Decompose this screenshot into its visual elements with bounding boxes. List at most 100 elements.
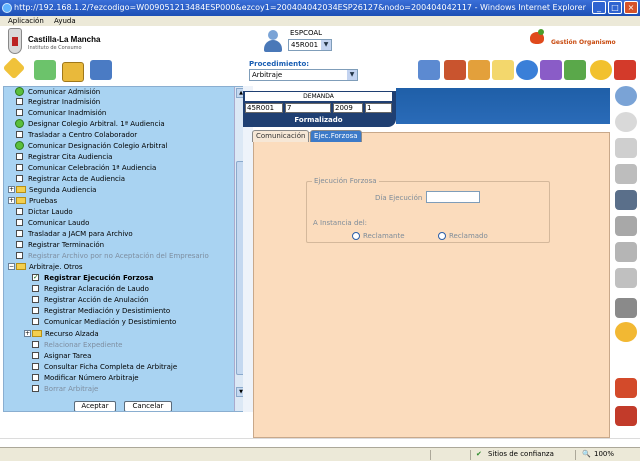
- checkbox[interactable]: [32, 363, 39, 370]
- checkbox[interactable]: [16, 175, 23, 182]
- chevron-down-icon: ▼: [347, 70, 357, 80]
- user-select-value: 45R001: [291, 41, 319, 49]
- expand-icon[interactable]: +: [24, 330, 31, 337]
- folder-icon: [16, 197, 26, 204]
- radio-reclamado-label: Reclamado: [449, 232, 488, 240]
- user-select[interactable]: 45R001 ▼: [288, 39, 332, 51]
- radio-reclamante[interactable]: [352, 232, 360, 240]
- instancia-label: A Instancia del:: [313, 219, 367, 227]
- tab-ejec-forzosa[interactable]: Ejec.Forzosa: [310, 130, 362, 142]
- demanda-seq: 1: [365, 103, 392, 113]
- procedimiento-value: Arbitraje: [252, 71, 283, 79]
- books-icon[interactable]: [444, 60, 466, 80]
- close-button[interactable]: ×: [624, 1, 638, 14]
- done-icon: [15, 87, 24, 96]
- exit-icon[interactable]: [614, 60, 636, 80]
- dia-ejecucion-label: Día Ejecución: [375, 194, 423, 202]
- radio-reclamante-label: Reclamante: [363, 232, 405, 240]
- tab-comunicacion[interactable]: Comunicación: [252, 130, 310, 142]
- checkbox[interactable]: [16, 153, 23, 160]
- zoom-level[interactable]: 100%: [594, 448, 614, 461]
- pages-icon[interactable]: [615, 164, 637, 184]
- cut-icon[interactable]: [615, 216, 637, 236]
- network-icon[interactable]: [90, 60, 112, 80]
- checkbox[interactable]: [32, 296, 39, 303]
- tag-icon[interactable]: [2, 56, 26, 80]
- maximize-button[interactable]: □: [608, 1, 622, 14]
- checkbox[interactable]: [32, 352, 39, 359]
- checkbox[interactable]: [16, 208, 23, 215]
- window-titlebar: http://192.168.1.2/?ezcodigo=W0090512134…: [0, 0, 640, 16]
- checkbox[interactable]: [16, 219, 23, 226]
- envelope-icon[interactable]: [492, 60, 514, 80]
- gestion-organismo-icon[interactable]: [529, 29, 545, 45]
- search-icon[interactable]: [615, 86, 637, 106]
- folder-open-icon: [16, 263, 26, 270]
- checkbox[interactable]: [16, 230, 23, 237]
- crest-logo: [8, 28, 22, 54]
- print-icon[interactable]: [615, 298, 637, 318]
- checkbox[interactable]: [32, 318, 39, 325]
- demanda-panel: DEMANDA 45R001 7 2009 1 Formalizado: [243, 91, 396, 127]
- clip-icon[interactable]: [615, 242, 637, 262]
- colors-icon[interactable]: [540, 60, 562, 80]
- window-controls: _ □ ×: [592, 1, 638, 14]
- checkbox[interactable]: [16, 164, 23, 171]
- done-icon: [15, 119, 24, 128]
- checkbox[interactable]: [32, 285, 39, 292]
- main-header-band: [396, 88, 610, 124]
- minimize-button[interactable]: _: [592, 1, 606, 14]
- checkbox[interactable]: [32, 374, 39, 381]
- frame-bottom: [0, 438, 640, 447]
- done-icon: [15, 141, 24, 150]
- checkbox: [16, 252, 23, 259]
- zoom-icon: 🔍: [582, 450, 591, 458]
- gear-icon[interactable]: [590, 60, 612, 80]
- checkbox[interactable]: [16, 109, 23, 116]
- checkbox[interactable]: [16, 98, 23, 105]
- window-title: http://192.168.1.2/?ezcodigo=W0090512134…: [14, 3, 586, 12]
- menubar: Aplicación Ayuda: [0, 16, 640, 26]
- procedimiento-select[interactable]: Arbitraje ▼: [249, 69, 358, 81]
- expand-icon[interactable]: +: [8, 197, 15, 204]
- radio-reclamado[interactable]: [438, 232, 446, 240]
- user-label: ESPCOAL: [290, 29, 323, 37]
- checkbox[interactable]: [16, 241, 23, 248]
- cancel-button[interactable]: Cancelar: [124, 401, 172, 411]
- brand-title: Castilla-La Mancha: [28, 35, 101, 44]
- back-icon[interactable]: [615, 112, 637, 132]
- dia-ejecucion-input[interactable]: [426, 191, 480, 203]
- page-icon[interactable]: [615, 138, 637, 158]
- statusbar: ✔ Sitios de confianza 🔍 100%: [0, 447, 640, 461]
- save-icon[interactable]: [615, 190, 637, 210]
- zone-label: Sitios de confianza: [488, 450, 554, 458]
- checkbox[interactable]: [32, 307, 39, 314]
- attach-icon[interactable]: [615, 268, 637, 288]
- demanda-status: Formalizado: [294, 116, 343, 124]
- right-toolbar: [612, 86, 640, 438]
- building-icon[interactable]: [468, 60, 490, 80]
- folder-icon[interactable]: [62, 62, 84, 82]
- demanda-title: DEMANDA: [245, 92, 392, 101]
- menu-ayuda[interactable]: Ayuda: [54, 17, 76, 25]
- computer-icon[interactable]: [418, 60, 440, 80]
- gear-icon[interactable]: [615, 322, 637, 342]
- checkbox[interactable]: [16, 131, 23, 138]
- accept-button[interactable]: Aceptar: [74, 401, 116, 411]
- globe-icon[interactable]: [516, 60, 538, 80]
- collapse-icon[interactable]: −: [8, 263, 15, 270]
- ie-icon: [2, 3, 12, 13]
- exit-icon[interactable]: [615, 406, 637, 426]
- menu-aplicacion[interactable]: Aplicación: [8, 17, 44, 25]
- tools-icon[interactable]: [564, 60, 586, 80]
- folder-icon: [32, 330, 42, 337]
- main-form-panel: [253, 132, 610, 438]
- checkbox-checked[interactable]: [32, 272, 39, 282]
- gestion-organismo-link[interactable]: Gestión Organismo: [551, 39, 616, 46]
- app-header: Castilla-La Mancha Instituto de Consumo …: [0, 26, 640, 60]
- toolbar: Procedimiento: Arbitraje ▼: [0, 56, 640, 86]
- expand-icon[interactable]: +: [8, 186, 15, 193]
- tools-icon[interactable]: [615, 378, 637, 398]
- people-icon[interactable]: [34, 60, 56, 80]
- trusted-zone-icon: ✔: [476, 450, 482, 458]
